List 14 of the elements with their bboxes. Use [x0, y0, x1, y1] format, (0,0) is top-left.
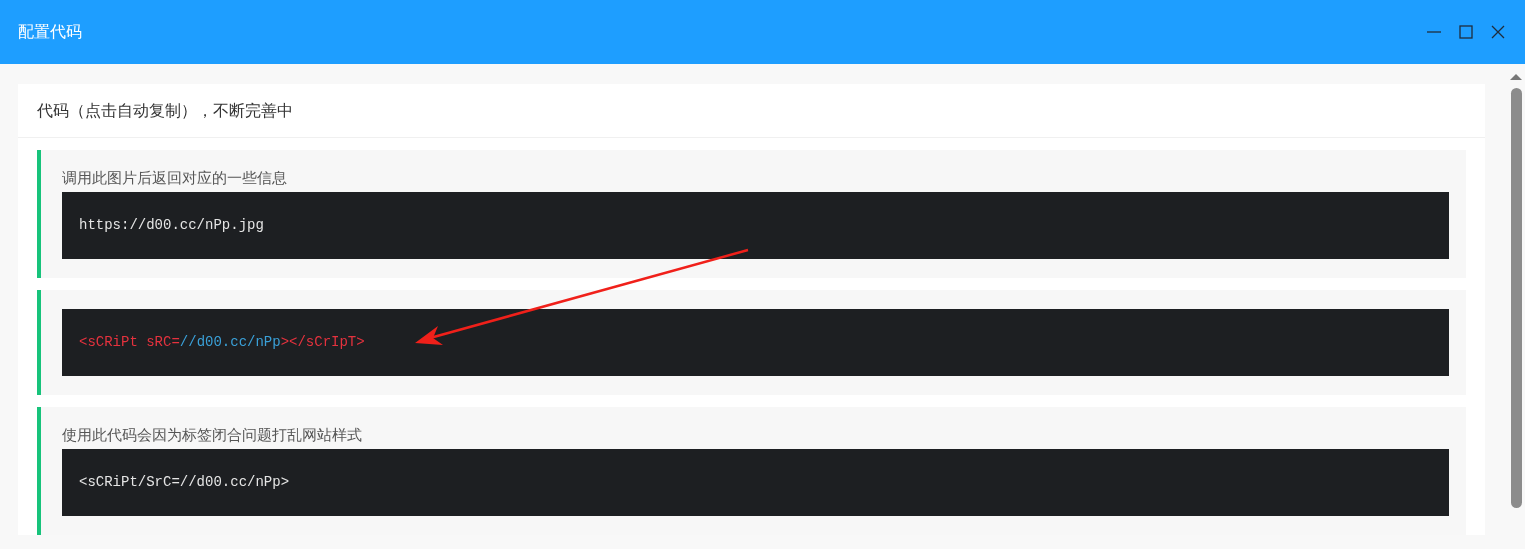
card-title: 代码（点击自动复制），不断完善中	[37, 99, 293, 122]
code-block[interactable]: <sCRiPt/SrC=//d00.cc/nPp>	[62, 449, 1449, 516]
scroll-up-icon[interactable]	[1510, 74, 1522, 80]
code-text: <sCRiPt/SrC=//d00.cc/nPp>	[79, 473, 290, 492]
code-text: https://d00.cc/nPp.jpg	[79, 216, 264, 235]
window-title: 配置代码	[18, 21, 82, 43]
code-text: <sCRiPt sRC=//d00.cc/nPp></sCrIpT>	[79, 333, 365, 352]
scrollbar-thumb[interactable]	[1510, 88, 1522, 508]
code-caption: 使用此代码会因为标签闭合问题打乱网站样式	[62, 426, 363, 444]
code-caption: 调用此图片后返回对应的一些信息	[62, 169, 288, 187]
maximize-icon[interactable]	[1457, 23, 1475, 41]
close-icon[interactable]	[1489, 23, 1507, 41]
code-block[interactable]: https://d00.cc/nPp.jpg	[62, 192, 1449, 259]
code-block[interactable]: <sCRiPt sRC=//d00.cc/nPp></sCrIpT>	[62, 309, 1449, 376]
